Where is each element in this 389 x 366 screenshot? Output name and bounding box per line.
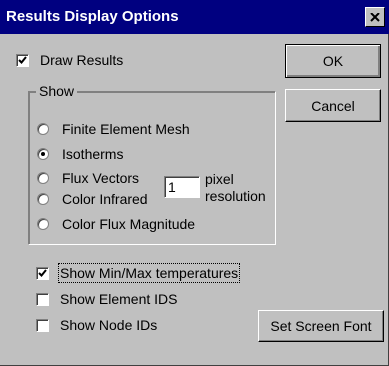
draw-results-checkbox-row[interactable]: Draw Results [16,51,123,69]
radio-button[interactable] [37,123,49,135]
show-node-ids-checkbox[interactable] [36,318,49,332]
radio-label: Flux Vectors [62,170,140,186]
show-min-max-checkbox-row[interactable]: Show Min/Max temperatures [36,263,241,283]
close-icon [370,12,380,22]
radio-label: Color Infrared [62,191,148,207]
checkmark-icon [38,268,47,277]
pixel-label-line1: pixel [205,171,234,187]
radio-button[interactable] [37,172,49,184]
radio-color-infrared[interactable]: Color Infrared [37,190,148,208]
radio-selected-dot [41,152,45,156]
radio-label: Color Flux Magnitude [62,216,196,232]
window-title: Results Display Options [6,8,179,25]
draw-results-checkbox[interactable] [16,53,29,67]
show-node-ids-label: Show Node IDs [60,317,158,333]
radio-button[interactable] [37,193,49,205]
radio-label: Finite Element Mesh [62,121,190,137]
radio-color-flux-magnitude[interactable]: Color Flux Magnitude [37,215,195,233]
radio-isotherms[interactable]: Isotherms [37,145,123,163]
radio-flux-vectors[interactable]: Flux Vectors [37,169,139,187]
pixel-label-line2: resolution [205,188,266,204]
show-element-ids-label: Show Element IDS [60,291,178,307]
show-node-ids-checkbox-row[interactable]: Show Node IDs [36,316,157,334]
radio-button[interactable] [37,148,49,160]
cancel-button[interactable]: Cancel [285,89,381,122]
show-element-ids-checkbox[interactable] [36,292,49,306]
draw-results-label: Draw Results [40,52,124,68]
radio-button[interactable] [37,218,49,230]
checkmark-icon [18,55,27,64]
show-min-max-checkbox[interactable] [36,266,49,280]
show-group-legend: Show [36,83,78,99]
radio-finite-element-mesh[interactable]: Finite Element Mesh [37,120,190,138]
close-button[interactable] [365,7,385,27]
ok-button[interactable]: OK [285,44,381,78]
pixel-resolution-label: pixel resolution [205,171,266,205]
title-bar: Results Display Options [0,0,389,34]
results-display-options-dialog: Results Display Options Draw Results Sho… [0,0,389,366]
radio-label: Isotherms [62,146,124,162]
show-min-max-label: Show Min/Max temperatures [57,263,241,283]
pixel-resolution-input[interactable] [164,176,200,198]
show-element-ids-checkbox-row[interactable]: Show Element IDS [36,290,178,308]
set-screen-font-button[interactable]: Set Screen Font [258,310,384,342]
